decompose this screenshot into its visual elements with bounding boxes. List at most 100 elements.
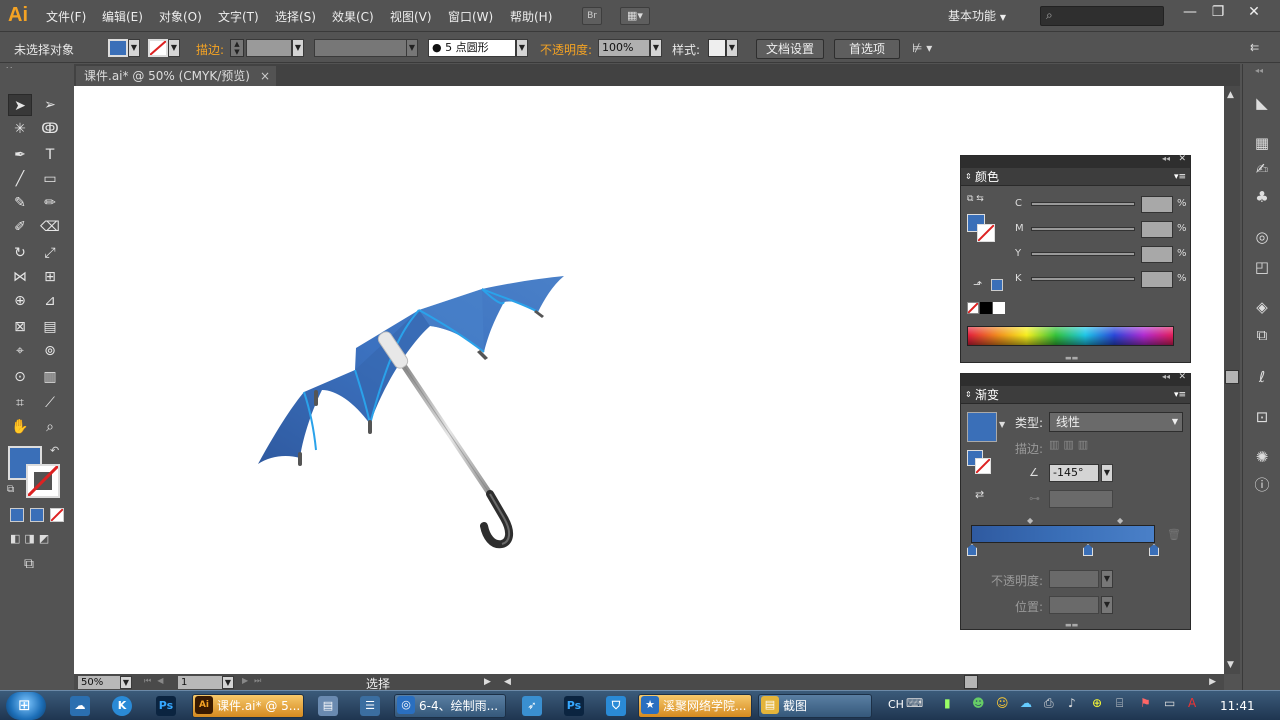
width-tool-icon[interactable]: ⋈ bbox=[8, 266, 32, 288]
system-clock[interactable]: 11:41 bbox=[1220, 699, 1255, 713]
gradient-stop-right[interactable] bbox=[1149, 544, 1159, 556]
workspace-switcher[interactable]: 基本功能 ▼ bbox=[948, 7, 1006, 24]
menu-select[interactable]: 选择(S) bbox=[275, 8, 316, 25]
expand-dock-icon[interactable]: ◂◂ bbox=[1255, 66, 1263, 75]
variable-width-dropdown[interactable]: ▼ bbox=[406, 39, 418, 57]
document-tab[interactable]: 课件.ai* @ 50% (CMYK/预览) × bbox=[76, 66, 276, 86]
rotate-tool-icon[interactable]: ↻ bbox=[8, 242, 32, 264]
panel-options-icon[interactable]: ▾≡ bbox=[1174, 168, 1186, 186]
black-slider[interactable] bbox=[1031, 277, 1135, 281]
direct-selection-tool-icon[interactable]: ➢ bbox=[38, 94, 62, 116]
color-spectrum[interactable] bbox=[967, 326, 1174, 346]
collapse-panel-icon[interactable]: ◂◂ bbox=[1162, 372, 1170, 381]
resize-grip-icon[interactable]: ▬▬ bbox=[1065, 354, 1078, 362]
color-guide-icon[interactable]: ◣ bbox=[1253, 94, 1271, 112]
navigator-icon[interactable]: ✺ bbox=[1253, 448, 1271, 466]
zoom-dropdown[interactable]: ▼ bbox=[120, 676, 132, 689]
magic-wand-tool-icon[interactable]: ✳ bbox=[8, 118, 32, 140]
gradient-tool-icon[interactable]: ▤ bbox=[38, 316, 62, 338]
menu-window[interactable]: 窗口(W) bbox=[448, 8, 493, 25]
align-icon[interactable]: ⊭ ▾ bbox=[912, 41, 932, 55]
eraser-tool-icon[interactable]: ⌫ bbox=[38, 216, 62, 238]
cyan-slider[interactable] bbox=[1031, 202, 1135, 206]
out-of-gamut-icon[interactable]: ⬏ bbox=[973, 278, 982, 291]
menu-view[interactable]: 视图(V) bbox=[390, 8, 432, 25]
layers-icon[interactable]: ◈ bbox=[1253, 298, 1271, 316]
artboard-number-field[interactable]: 1 bbox=[178, 676, 228, 689]
pencil-tool-icon[interactable]: ✏ bbox=[38, 192, 62, 214]
type-tool-icon[interactable]: T bbox=[38, 144, 62, 166]
selection-tool-icon[interactable]: ➤ bbox=[8, 94, 32, 116]
mesh-tool-icon[interactable]: ⊠ bbox=[8, 316, 32, 338]
symbol-sprayer-tool-icon[interactable]: ⊙ bbox=[8, 366, 32, 388]
transform-icon[interactable]: ⊡ bbox=[1253, 408, 1271, 426]
add-icon[interactable]: ⊕ bbox=[1092, 696, 1102, 710]
gradient-panel-tab[interactable]: ⇕ 渐变 ▾≡ bbox=[961, 386, 1190, 404]
graphic-style-swatch[interactable] bbox=[708, 39, 726, 57]
cyan-value[interactable] bbox=[1141, 196, 1173, 213]
panel-options-icon[interactable]: ▾≡ bbox=[1174, 386, 1186, 404]
gradient-midpoint-marker[interactable]: ◆ bbox=[1117, 516, 1123, 525]
swap-fill-stroke-icon[interactable]: ↶ bbox=[50, 444, 59, 457]
paintbrush-tool-icon[interactable]: ✎ bbox=[8, 192, 32, 214]
shape-builder-tool-icon[interactable]: ⊕ bbox=[8, 290, 32, 312]
vertical-scrollbar[interactable]: ▲ ▼ bbox=[1224, 86, 1240, 674]
white-swatch[interactable] bbox=[993, 302, 1005, 314]
status-menu-icon[interactable]: ▶ bbox=[484, 677, 491, 687]
hand-tool-icon[interactable]: ✋ bbox=[8, 416, 32, 438]
ime-indicator[interactable]: CH bbox=[888, 698, 904, 711]
arrange-documents-button[interactable]: ▦▾ bbox=[620, 7, 650, 25]
quicklaunch-network-icon[interactable]: ☁ bbox=[70, 696, 90, 716]
restore-button[interactable]: ❐ bbox=[1204, 2, 1232, 22]
column-graph-tool-icon[interactable]: ▥ bbox=[38, 366, 62, 388]
fill-dropdown[interactable]: ▼ bbox=[128, 39, 140, 57]
taskbar-task-screenshot[interactable]: ▤ 截图 bbox=[758, 694, 872, 718]
collapse-panel-icon[interactable]: ◂◂ bbox=[1162, 154, 1170, 163]
position-dropdown[interactable]: ▼ bbox=[1101, 596, 1113, 614]
keyboard-icon[interactable]: ⌨ bbox=[906, 696, 923, 710]
opacity-field[interactable]: 100% bbox=[598, 39, 650, 57]
angle-dropdown[interactable]: ▼ bbox=[1101, 464, 1113, 482]
gradient-stop-left[interactable] bbox=[967, 544, 977, 556]
close-window-button[interactable]: ✕ bbox=[1240, 2, 1268, 22]
quicklaunch-bird-icon[interactable]: ➶ bbox=[522, 696, 542, 716]
lasso-tool-icon[interactable]: ↂ bbox=[38, 118, 62, 140]
symbols-icon[interactable]: ♣ bbox=[1253, 188, 1271, 206]
minimize-button[interactable]: — bbox=[1176, 2, 1204, 22]
gradient-mode-button[interactable] bbox=[30, 508, 44, 522]
opacity-dropdown[interactable]: ▼ bbox=[650, 39, 662, 57]
horizontal-scroll-thumb[interactable] bbox=[964, 675, 978, 689]
battery-icon[interactable]: ▮ bbox=[944, 696, 951, 710]
artboard-tool-icon[interactable]: ⌗ bbox=[8, 392, 32, 414]
swatches-icon[interactable]: ▦ bbox=[1253, 134, 1271, 152]
gradient-stop-middle[interactable] bbox=[1083, 544, 1093, 556]
slice-tool-icon[interactable]: ⟋ bbox=[38, 392, 62, 414]
close-panel-icon[interactable]: ✕ bbox=[1178, 372, 1186, 382]
taskbar-task-academy[interactable]: ★ 溪聚网络学院... bbox=[638, 694, 752, 718]
free-transform-tool-icon[interactable]: ⊞ bbox=[38, 266, 62, 288]
quicklaunch-doc-icon[interactable]: ▤ bbox=[318, 696, 338, 716]
gradient-stroke-box[interactable] bbox=[975, 458, 991, 474]
help-search-input[interactable]: ⌕ bbox=[1040, 6, 1164, 26]
resize-grip-icon[interactable]: ▬▬ bbox=[1065, 621, 1078, 629]
quicklaunch-list-icon[interactable]: ☰ bbox=[360, 696, 380, 716]
opacity-label[interactable]: 不透明度: bbox=[540, 41, 592, 58]
stroke-gradient-buttons[interactable]: ▥▥▥ bbox=[1049, 438, 1113, 458]
quicklaunch-ps-icon[interactable]: Ps bbox=[156, 696, 176, 716]
brush-definition-field[interactable]: ● 5 点圆形 bbox=[428, 39, 516, 57]
menu-effect[interactable]: 效果(C) bbox=[332, 8, 374, 25]
rectangle-tool-icon[interactable]: ▭ bbox=[38, 168, 62, 190]
menu-edit[interactable]: 编辑(E) bbox=[102, 8, 143, 25]
fill-swatch[interactable] bbox=[108, 39, 128, 57]
panel-menu-icon[interactable]: ⇇ bbox=[1250, 41, 1259, 54]
gradient-type-select[interactable]: 线性 ▼ bbox=[1049, 412, 1183, 432]
display-icon[interactable]: ▭ bbox=[1164, 696, 1175, 710]
magenta-slider[interactable] bbox=[1031, 227, 1135, 231]
taskbar-shield-icon[interactable]: ⛉ bbox=[606, 696, 626, 716]
default-colors-icon[interactable]: ⧉ ⇆ bbox=[967, 194, 984, 204]
scale-tool-icon[interactable]: ⤢ bbox=[38, 242, 62, 264]
device-icon[interactable]: ⎙ bbox=[1044, 696, 1054, 711]
gradient-midpoint-marker[interactable]: ◆ bbox=[1027, 516, 1033, 525]
reverse-gradient-icon[interactable]: ⇄ bbox=[975, 488, 984, 501]
drawing-modes-icon[interactable]: ◧◨◩ bbox=[10, 532, 53, 545]
